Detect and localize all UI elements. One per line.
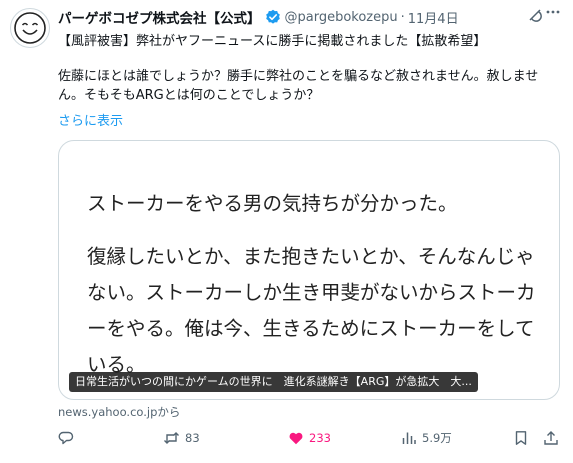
user-handle[interactable]: @pargebokozepu	[285, 10, 398, 25]
tweet-header: パーゲボコゼプ株式会社【公式】 @pargebokozepu · 11月4日	[58, 7, 563, 28]
card-source[interactable]: news.yahoo.co.jpから	[58, 404, 180, 420]
like-icon	[289, 432, 303, 445]
retweet-icon	[164, 432, 179, 444]
share-button[interactable]	[543, 430, 564, 446]
separator-dot: ·	[400, 9, 405, 25]
show-more-link[interactable]: さらに表示	[58, 110, 123, 129]
display-name[interactable]: パーゲボコゼプ株式会社【公式】	[58, 7, 261, 27]
share-icon	[544, 431, 558, 445]
verified-badge-icon	[265, 9, 281, 25]
retweet-button[interactable]: 83	[163, 430, 200, 446]
bookmark-icon	[515, 431, 527, 445]
card-paragraph-2: 復縁したいとか、また抱きたいとか、そんなんじゃない。ストーカーしか生き甲斐がない…	[87, 245, 536, 376]
views-count: 5.9万	[422, 431, 452, 445]
card-paragraph-1: ストーカーをやる男の気持ちが分かった。	[87, 192, 458, 215]
views-button[interactable]: 5.9万	[401, 430, 452, 446]
reply-icon	[58, 431, 74, 445]
like-button[interactable]: 233	[288, 430, 331, 446]
card-title-caption[interactable]: 日常生活がいつの間にかゲームの世界に 進化系謎解き【ARG】が急拡大 大...	[69, 372, 478, 392]
reply-button[interactable]	[58, 430, 79, 446]
avatar[interactable]	[10, 8, 50, 48]
action-bar: 83 233 5.9万	[58, 430, 563, 450]
tweet-headline: 【風評被害】弊社がヤフーニュースに勝手に掲載されました【拡散希望】	[58, 34, 487, 49]
card-image-text: ストーカーをやる男の気持ちが分かった。 復縁したいとか、また抱きたいとか、そんな…	[87, 186, 547, 383]
tweet-date[interactable]: 11月4日	[408, 8, 459, 27]
views-icon	[402, 432, 416, 444]
more-icon[interactable]	[545, 4, 561, 24]
like-count: 233	[309, 431, 331, 445]
retweet-count: 83	[185, 431, 200, 445]
grok-icon[interactable]	[527, 7, 543, 27]
smiley-avatar-icon	[14, 12, 46, 44]
bookmark-button[interactable]	[513, 430, 534, 446]
tweet-body: 佐藤にほとは誰でしょうか？勝手に弊社のことを騙るなど赦されません。赦しません。そ…	[58, 69, 539, 103]
link-card[interactable]: ストーカーをやる男の気持ちが分かった。 復縁したいとか、また抱きたいとか、そんな…	[58, 140, 560, 400]
